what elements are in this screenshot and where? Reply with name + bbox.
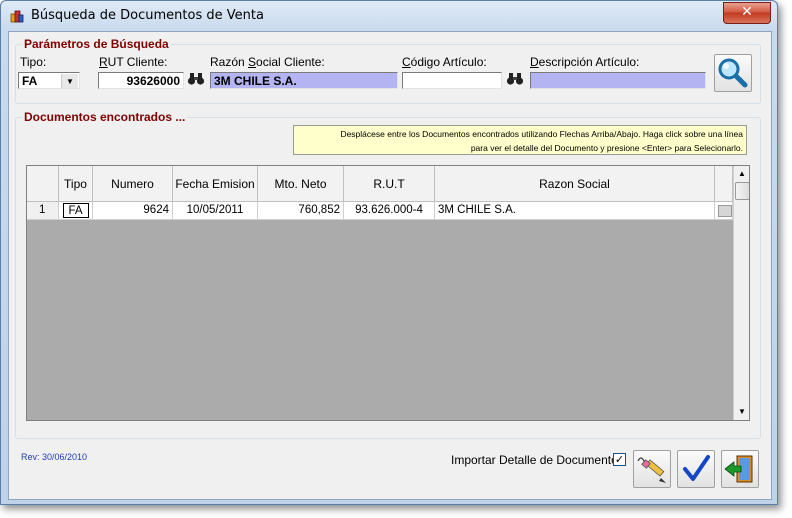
tipo-value: FA bbox=[22, 74, 38, 88]
rut-input[interactable]: 93626000 bbox=[98, 72, 184, 89]
import-detail-checkbox[interactable]: ✓ bbox=[613, 453, 626, 466]
exit-door-icon bbox=[724, 455, 753, 483]
close-button[interactable]: ✕ bbox=[723, 2, 771, 24]
vertical-scrollbar[interactable]: ▲ ▼ bbox=[733, 166, 749, 420]
accept-button[interactable] bbox=[677, 450, 715, 488]
pencil-icon bbox=[637, 457, 666, 483]
checkmark-icon bbox=[683, 455, 710, 481]
hint-box: Desplácese entre los Documentos encontra… bbox=[293, 125, 747, 155]
revision-label: Rev: 30/06/2010 bbox=[21, 452, 88, 462]
codigo-label: Código Artículo: bbox=[402, 55, 487, 69]
tipo-select[interactable]: FA ▼ bbox=[18, 72, 80, 89]
razon-field: 3M CHILE S.A. bbox=[210, 72, 398, 89]
title-bar[interactable]: Búsqueda de Documentos de Venta ✕ bbox=[1, 1, 777, 31]
column-header-button bbox=[715, 166, 733, 202]
codigo-input[interactable] bbox=[402, 72, 502, 89]
binoculars-icon[interactable] bbox=[186, 72, 206, 90]
documents-grid[interactable]: Tipo Numero Fecha Emision Mto. Neto R.U.… bbox=[26, 165, 750, 421]
row-detail-cell bbox=[715, 202, 733, 220]
search-button[interactable] bbox=[714, 54, 752, 92]
window-title: Búsqueda de Documentos de Venta bbox=[31, 8, 264, 23]
column-header-tipo[interactable]: Tipo bbox=[59, 166, 93, 202]
magnifier-icon bbox=[718, 58, 748, 88]
column-header-fecha[interactable]: Fecha Emision bbox=[173, 166, 258, 202]
row-index: 1 bbox=[27, 202, 59, 220]
results-group: Documentos encontrados ... Desplácese en… bbox=[15, 110, 761, 439]
descripcion-field bbox=[530, 72, 706, 89]
column-header-rut[interactable]: R.U.T bbox=[344, 166, 435, 202]
tipo-label: Tipo: bbox=[20, 55, 47, 69]
row-tipo: FA bbox=[59, 202, 93, 220]
column-header-neto[interactable]: Mto. Neto bbox=[258, 166, 344, 202]
import-detail-label: Importar Detalle de Documentos bbox=[451, 453, 624, 467]
search-params-title: Parámetros de Búsqueda bbox=[22, 37, 171, 51]
chevron-down-icon[interactable]: ▼ bbox=[61, 74, 78, 88]
tipo-cell-box: FA bbox=[62, 203, 89, 218]
binoculars-icon[interactable] bbox=[505, 72, 525, 90]
row-rut: 93.626.000-4 bbox=[344, 202, 435, 220]
edit-button[interactable] bbox=[633, 450, 671, 488]
scroll-down-icon[interactable]: ▼ bbox=[734, 404, 749, 420]
client-area: Parámetros de Búsqueda Tipo: FA ▼ RUT Cl… bbox=[8, 31, 772, 500]
hint-line-2: para ver el detalle del Documento y pres… bbox=[470, 143, 743, 153]
scroll-up-icon[interactable]: ▲ bbox=[734, 166, 749, 182]
row-neto: 760,852 bbox=[258, 202, 344, 220]
exit-button[interactable] bbox=[721, 450, 759, 488]
rut-label: RUT Cliente: bbox=[99, 55, 168, 69]
results-title: Documentos encontrados ... bbox=[22, 110, 188, 124]
hint-line-1: Desplácese entre los Documentos encontra… bbox=[340, 129, 743, 139]
column-header-index[interactable] bbox=[27, 166, 59, 202]
main-window: Búsqueda de Documentos de Venta ✕ Paráme… bbox=[0, 0, 778, 505]
column-header-razon[interactable]: Razon Social bbox=[435, 166, 715, 202]
scroll-thumb[interactable] bbox=[735, 182, 749, 200]
column-header-numero[interactable]: Numero bbox=[93, 166, 173, 202]
row-fecha: 10/05/2011 bbox=[173, 202, 258, 220]
search-params-group: Parámetros de Búsqueda Tipo: FA ▼ RUT Cl… bbox=[15, 37, 761, 104]
descripcion-label: Descripción Artículo: bbox=[530, 55, 640, 69]
row-detail-button[interactable] bbox=[718, 205, 732, 217]
row-razon: 3M CHILE S.A. bbox=[435, 202, 715, 220]
row-numero: 9624 bbox=[93, 202, 173, 220]
razon-label: Razón Social Cliente: bbox=[210, 55, 325, 69]
app-icon bbox=[10, 10, 24, 23]
